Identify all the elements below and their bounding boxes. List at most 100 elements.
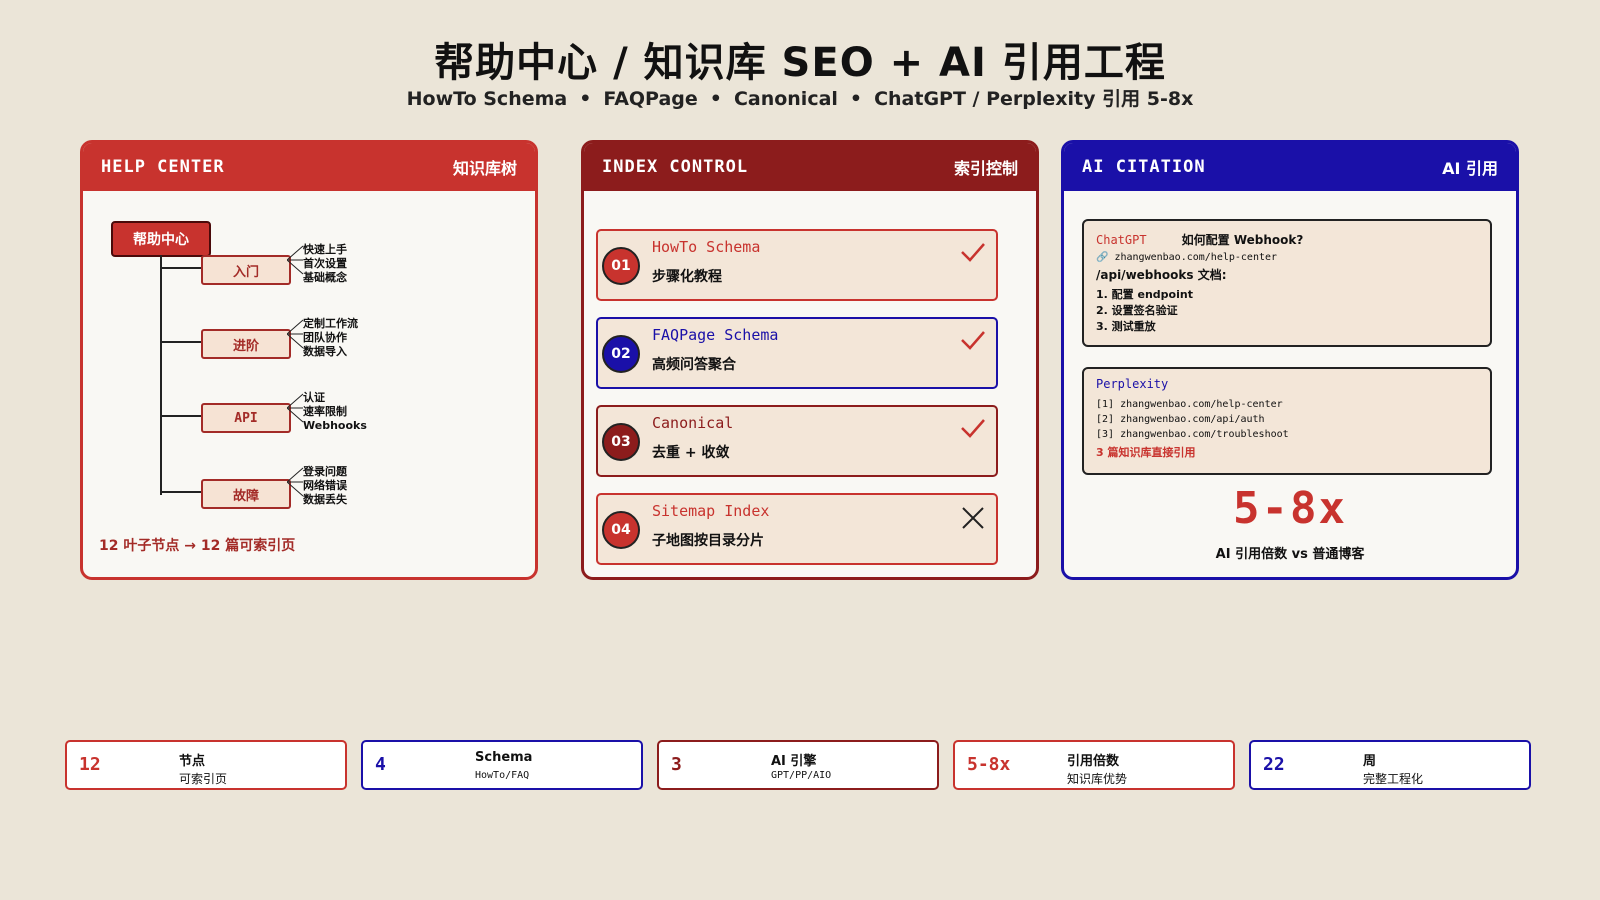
help-center-title: HELP CENTER <box>101 157 225 177</box>
index-item-desc: 子地图按目录分片 <box>652 533 764 549</box>
chatgpt-step: 3. 测试重放 <box>1096 320 1156 333</box>
index-item-title: HowTo Schema <box>652 238 761 256</box>
index-control-panel: INDEX CONTROL 索引控制 01 HowTo Schema 步骤化教程… <box>581 140 1039 580</box>
tree-root-node: 帮助中心 <box>111 221 211 257</box>
tree-leaf: 快速上手 <box>303 243 347 256</box>
subtitle-separator: • <box>849 88 863 110</box>
index-item-howto: 01 HowTo Schema 步骤化教程 <box>596 229 998 301</box>
stat-value: 4 <box>375 754 386 775</box>
tree-node-api: API <box>201 403 291 433</box>
tree-branch-line <box>160 415 202 417</box>
tree-branch-line <box>160 341 202 343</box>
citation-multiplier: 5-8x <box>1233 483 1347 534</box>
tree-node-troubleshooting: 故障 <box>201 479 291 509</box>
perplexity-citation-card: Perplexity [1] zhangwenbao.com/help-cent… <box>1082 367 1492 475</box>
perplexity-ref: [1] zhangwenbao.com/help-center <box>1096 399 1283 410</box>
stat-card-nodes: 12 节点 可索引页 <box>65 740 347 790</box>
tree-leaf: 数据导入 <box>303 345 347 358</box>
stat-label: 周 <box>1363 754 1377 769</box>
chatgpt-source-label: ChatGPT <box>1096 233 1147 247</box>
index-item-faqpage: 02 FAQPage Schema 高频问答聚合 <box>596 317 998 389</box>
stat-card-schema: 4 Schema HowTo/FAQ <box>361 740 643 790</box>
index-item-desc: 去重 + 收敛 <box>652 445 730 461</box>
check-icon <box>961 331 985 350</box>
index-item-title: FAQPage Schema <box>652 326 779 344</box>
stat-label: AI 引擎 <box>771 754 817 769</box>
stat-sub: 可索引页 <box>179 772 228 786</box>
chatgpt-question: 如何配置 Webhook? <box>1181 233 1304 247</box>
tree-leaf: 基础概念 <box>303 271 347 284</box>
ai-citation-title: AI CITATION <box>1082 157 1206 177</box>
index-item-canonical: 03 Canonical 去重 + 收敛 <box>596 405 998 477</box>
help-center-footer: 12 叶子节点 → 12 篇可索引页 <box>99 538 296 554</box>
page-subtitle: HowTo Schema • FAQPage • Canonical • ChatGPT /… <box>0 84 1600 111</box>
tree-leaf: 数据丢失 <box>303 493 347 506</box>
subtitle-item: HowTo Schema <box>406 88 568 110</box>
index-control-title-zh: 索引控制 <box>953 159 1018 178</box>
index-control-title: INDEX CONTROL <box>602 157 749 177</box>
perplexity-note: 3 篇知识库直接引用 <box>1096 446 1196 459</box>
subtitle-item: FAQPage <box>603 88 698 110</box>
stat-sub: HowTo/FAQ <box>475 770 530 781</box>
tree-leaves-getting-started: 快速上手 首次设置 基础概念 <box>303 243 347 285</box>
chatgpt-doc-path: /api/webhooks 文档: <box>1096 268 1227 282</box>
index-number-badge: 01 <box>602 247 640 285</box>
close-icon <box>962 507 984 529</box>
ai-citation-header: AI CITATION AI 引用 <box>1064 143 1516 191</box>
tree-trunk-line <box>160 255 162 495</box>
help-center-title-zh: 知识库树 <box>452 159 517 178</box>
tree-branch-line <box>160 267 202 269</box>
citation-multiplier-caption: AI 引用倍数 vs 普通博客 <box>1215 547 1365 562</box>
stat-label: 引用倍数 <box>1067 754 1120 769</box>
stat-value: 22 <box>1263 754 1285 775</box>
stat-value: 3 <box>671 754 682 775</box>
tree-leaf: 认证 <box>303 391 325 404</box>
check-icon <box>961 419 985 438</box>
tree-leaf: Webhooks <box>303 419 367 432</box>
stat-label: 节点 <box>179 754 206 769</box>
stat-value: 5-8x <box>967 754 1011 775</box>
chatgpt-step: 2. 设置签名验证 <box>1096 304 1178 317</box>
index-item-title: Sitemap Index <box>652 502 770 520</box>
tree-leaf: 速率限制 <box>303 405 347 418</box>
tree-leaves-advanced: 定制工作流 团队协作 数据导入 <box>303 317 358 359</box>
perplexity-ref: [3] zhangwenbao.com/troubleshoot <box>1096 429 1289 440</box>
index-item-desc: 步骤化教程 <box>652 269 722 285</box>
index-item-desc: 高频问答聚合 <box>652 357 736 373</box>
stat-card-ai-engines: 3 AI 引擎 GPT/PP/AIO <box>657 740 939 790</box>
chatgpt-citation-card: ChatGPT 如何配置 Webhook? 🔗 zhangwenbao.com/… <box>1082 219 1492 347</box>
help-center-header: HELP CENTER 知识库树 <box>83 143 535 191</box>
stat-sub: 知识库优势 <box>1067 772 1128 786</box>
tree-leaves-troubleshooting: 登录问题 网络错误 数据丢失 <box>303 465 347 507</box>
index-item-sitemap: 04 Sitemap Index 子地图按目录分片 <box>596 493 998 565</box>
tree-leaf: 登录问题 <box>303 465 347 478</box>
perplexity-ref: [2] zhangwenbao.com/api/auth <box>1096 414 1265 425</box>
chatgpt-step: 1. 配置 endpoint <box>1096 288 1193 301</box>
stat-card-weeks: 22 周 完整工程化 <box>1249 740 1531 790</box>
stat-value: 12 <box>79 754 101 775</box>
subtitle-item: ChatGPT / Perplexity 引用 5-8x <box>874 88 1194 110</box>
tree-leaf: 首次设置 <box>303 257 347 270</box>
tree-leaves-api: 认证 速率限制 Webhooks <box>303 391 367 433</box>
chatgpt-link: 🔗 zhangwenbao.com/help-center <box>1096 252 1278 263</box>
index-number-badge: 03 <box>602 423 640 461</box>
stat-card-multiplier: 5-8x 引用倍数 知识库优势 <box>953 740 1235 790</box>
perplexity-source-label: Perplexity <box>1096 377 1169 391</box>
index-number-badge: 04 <box>602 511 640 549</box>
ai-citation-panel: AI CITATION AI 引用 ChatGPT 如何配置 Webhook? … <box>1061 140 1519 580</box>
tree-branch-line <box>160 491 202 493</box>
subtitle-separator: • <box>709 88 722 110</box>
help-center-panel: HELP CENTER 知识库树 帮助中心 入门 快速上手 首次设置 基础概念 … <box>80 140 538 580</box>
index-control-header: INDEX CONTROL 索引控制 <box>584 143 1036 191</box>
stat-sub: GPT/PP/AIO <box>771 770 832 781</box>
check-icon <box>961 243 985 262</box>
ai-citation-title-zh: AI 引用 <box>1442 159 1498 178</box>
tree-leaf: 网络错误 <box>303 479 347 492</box>
tree-leaf: 团队协作 <box>303 331 347 344</box>
stat-label: Schema <box>475 750 533 765</box>
stat-sub: 完整工程化 <box>1363 772 1424 786</box>
index-item-title: Canonical <box>652 414 734 432</box>
tree-node-getting-started: 入门 <box>201 255 291 285</box>
index-number-badge: 02 <box>602 335 640 373</box>
subtitle-item: Canonical <box>733 88 838 110</box>
